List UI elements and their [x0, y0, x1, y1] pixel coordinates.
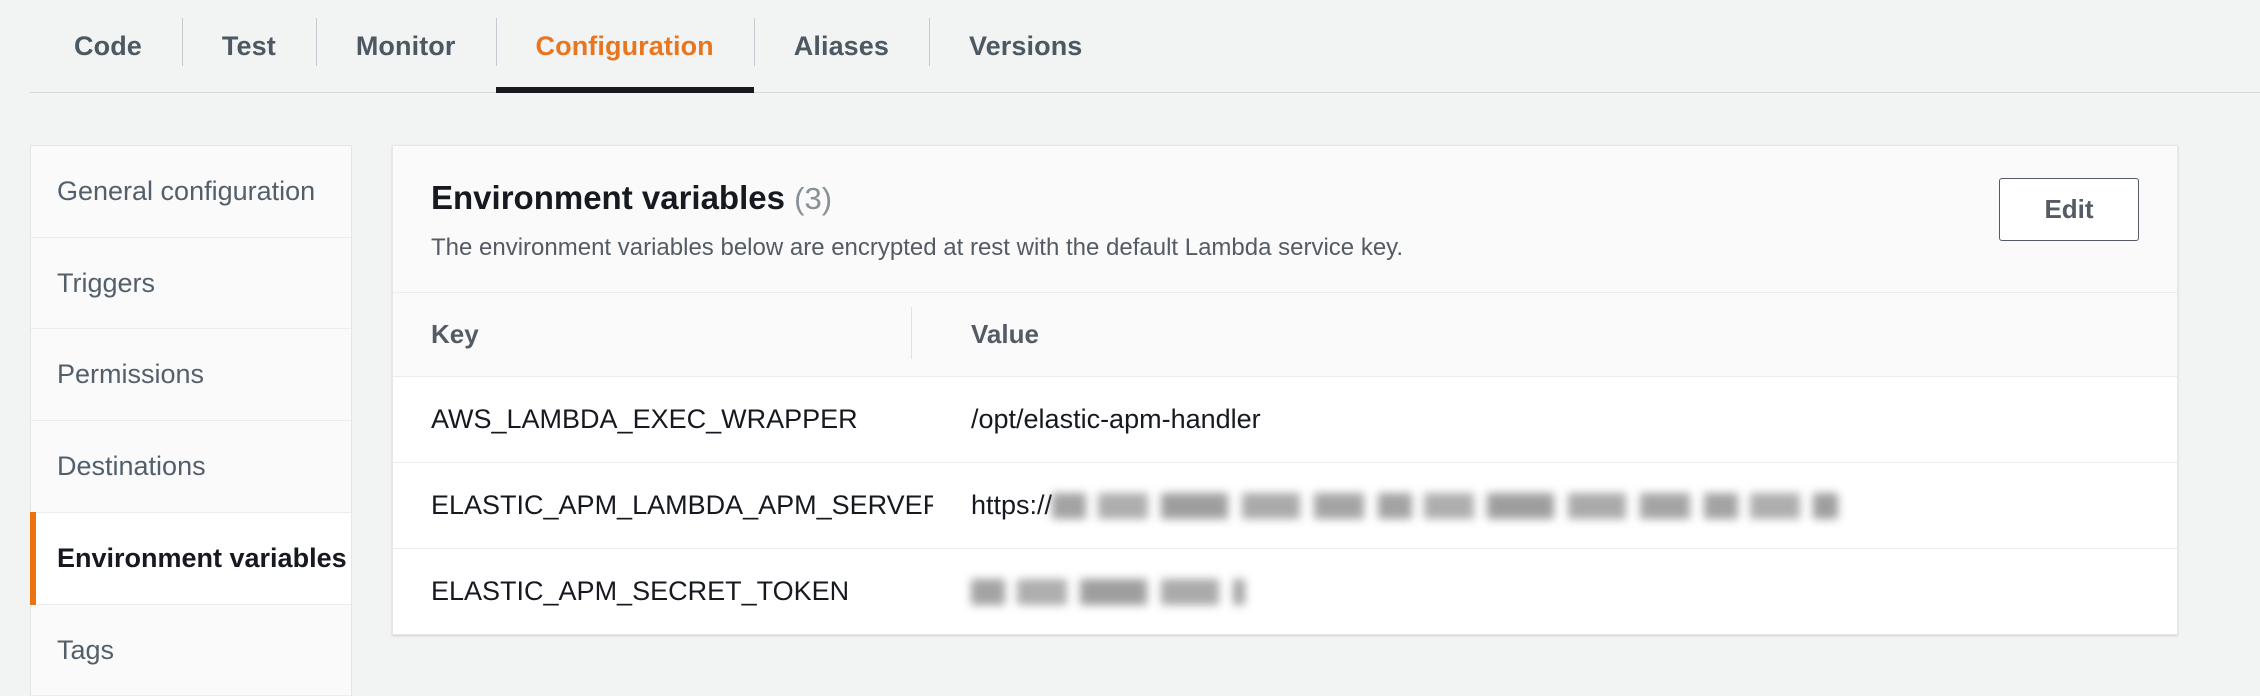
cell-value: /opt/elastic-apm-handler	[933, 377, 2177, 463]
sidebar-item-permissions[interactable]: Permissions	[31, 329, 351, 421]
sidebar-item-destinations[interactable]: Destinations	[31, 421, 351, 513]
table-row: AWS_LAMBDA_EXEC_WRAPPER /opt/elastic-apm…	[393, 377, 2177, 463]
environment-variables-card: Environment variables (3) The environmen…	[392, 145, 2178, 635]
sidebar-item-label: Environment variables	[57, 543, 347, 573]
card-header: Environment variables (3) The environmen…	[393, 146, 2177, 293]
tab-versions[interactable]: Versions	[929, 0, 1122, 93]
table-header-row: Key Value	[393, 293, 2177, 377]
sidebar-item-label: Tags	[57, 635, 114, 665]
tab-label: Configuration	[536, 31, 714, 62]
tab-label: Code	[74, 31, 142, 62]
sidebar-item-label: General configuration	[57, 176, 315, 206]
sidebar-item-label: Destinations	[57, 451, 206, 481]
table-row: ELASTIC_APM_SECRET_TOKEN	[393, 549, 2177, 635]
sidebar-item-triggers[interactable]: Triggers	[31, 238, 351, 330]
value-text: https://	[971, 490, 1052, 521]
sidebar-item-general-configuration[interactable]: General configuration	[31, 146, 351, 238]
page-title-text: Environment variables	[431, 179, 785, 216]
value-wrapper: /opt/elastic-apm-handler	[971, 404, 2177, 435]
value-wrapper	[971, 579, 2177, 605]
table-body: AWS_LAMBDA_EXEC_WRAPPER /opt/elastic-apm…	[393, 377, 2177, 635]
content-area: General configuration Triggers Permissio…	[0, 93, 2260, 696]
sidebar-item-label: Permissions	[57, 359, 204, 389]
table-header: Key Value	[393, 293, 2177, 377]
table-row: ELASTIC_APM_LAMBDA_APM_SERVER https://	[393, 463, 2177, 549]
sidebar-item-tags[interactable]: Tags	[31, 605, 351, 696]
redacted-value	[1052, 493, 1838, 519]
tab-label: Test	[222, 31, 276, 62]
edit-button[interactable]: Edit	[1999, 178, 2139, 241]
tab-aliases[interactable]: Aliases	[754, 0, 929, 93]
tab-test[interactable]: Test	[182, 0, 316, 93]
sidebar-item-environment-variables[interactable]: Environment variables	[31, 513, 351, 605]
sidebar-item-label: Triggers	[57, 268, 155, 298]
environment-variable-count: (3)	[794, 181, 832, 216]
environment-variables-table: Key Value AWS_LAMBDA_EXEC_WRAPPER /opt/e…	[393, 293, 2177, 634]
page-title: Environment variables (3)	[431, 180, 2139, 216]
cell-value	[933, 549, 2177, 635]
redacted-value	[971, 579, 1245, 605]
cell-key: ELASTIC_APM_SECRET_TOKEN	[393, 549, 933, 635]
tab-label: Versions	[969, 31, 1082, 62]
tab-configuration[interactable]: Configuration	[496, 0, 754, 93]
cell-key: ELASTIC_APM_LAMBDA_APM_SERVER	[393, 463, 933, 549]
cell-value: https://	[933, 463, 2177, 549]
column-header-key: Key	[393, 293, 933, 377]
value-wrapper: https://	[971, 490, 2177, 521]
tab-code[interactable]: Code	[34, 0, 182, 93]
tab-monitor[interactable]: Monitor	[316, 0, 496, 93]
tab-label: Monitor	[356, 31, 456, 62]
tab-label: Aliases	[794, 31, 889, 62]
cell-key: AWS_LAMBDA_EXEC_WRAPPER	[393, 377, 933, 463]
column-header-value: Value	[933, 293, 2177, 377]
tab-bar: Code Test Monitor Configuration Aliases …	[0, 0, 2260, 93]
configuration-sidebar: General configuration Triggers Permissio…	[30, 145, 352, 696]
value-text: /opt/elastic-apm-handler	[971, 404, 1261, 435]
card-description: The environment variables below are encr…	[431, 234, 2139, 262]
